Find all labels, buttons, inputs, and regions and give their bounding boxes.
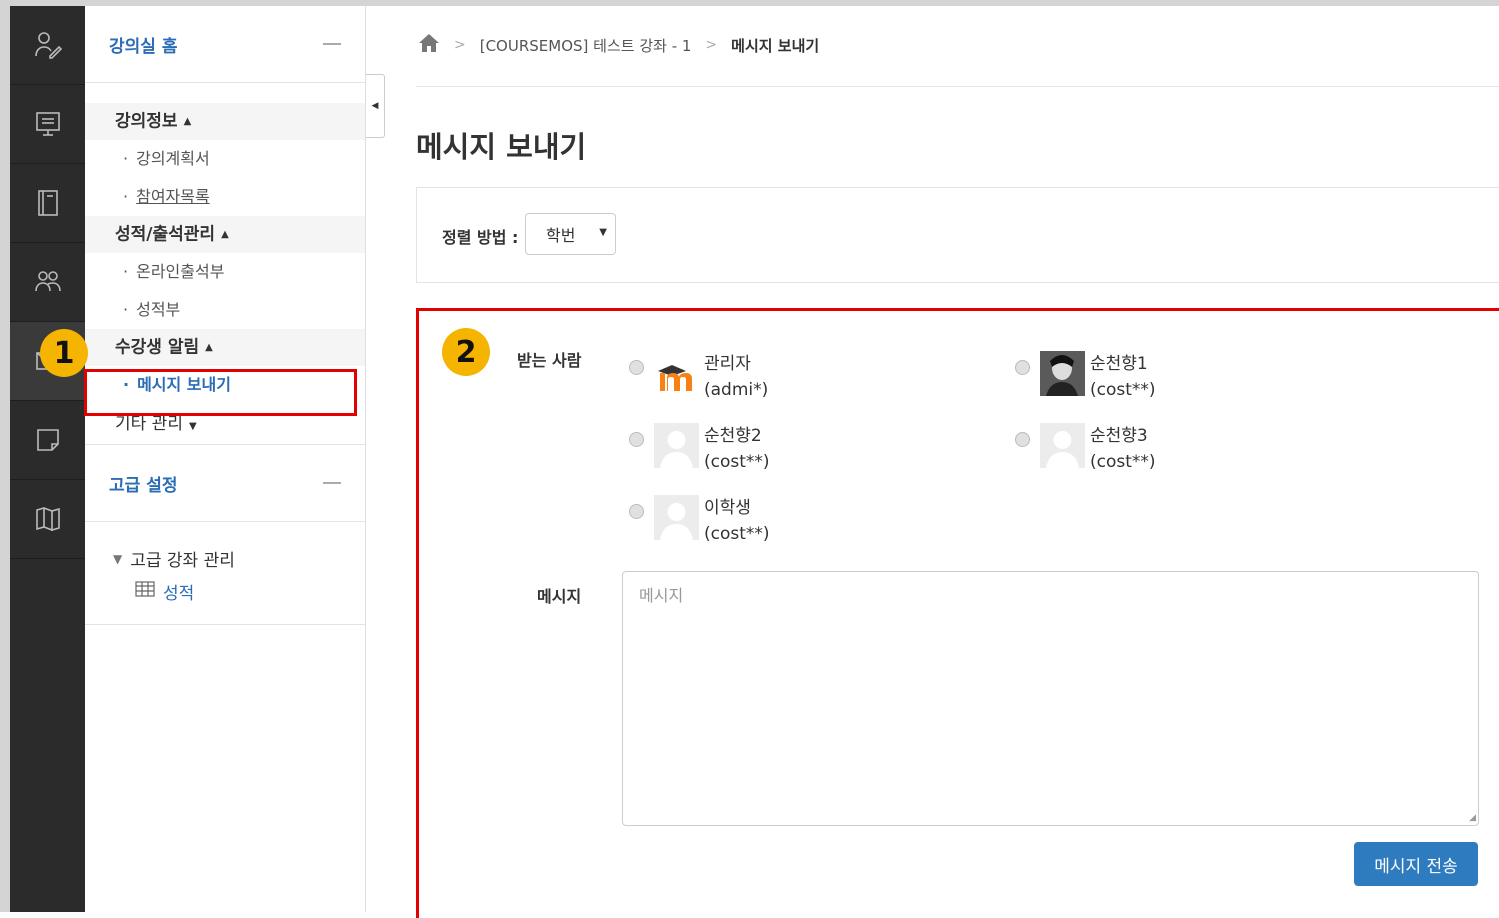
recipient-id: (cost**)	[704, 452, 770, 472]
sort-value: 학번	[546, 226, 576, 245]
caret-left-icon: ◀	[371, 101, 379, 111]
moodle-logo-icon	[654, 351, 699, 396]
caret-up-icon: ▲	[221, 229, 229, 240]
recipient-id: (cost**)	[1090, 380, 1156, 400]
divider	[416, 86, 1499, 87]
window-frame-left	[0, 0, 10, 912]
presentation-icon[interactable]	[10, 85, 85, 164]
recipient-name: 이학생	[704, 498, 751, 518]
recipient-name: 순천향1	[1090, 354, 1148, 374]
map-icon[interactable]	[10, 480, 85, 559]
recipient-soonchunhyang2[interactable]: 순천향2 (cost**)	[629, 423, 770, 475]
collapse-dash-icon[interactable]	[323, 482, 341, 484]
recipient-lee-student[interactable]: 이학생 (cost**)	[629, 495, 770, 547]
recipient-id: (admi*)	[704, 380, 769, 400]
page-title: 메시지 보내기	[416, 130, 587, 164]
sidebar-group-course-info[interactable]: 강의정보 ▲	[85, 103, 365, 140]
sidebar-item-participants[interactable]: · 참여자목록	[85, 178, 365, 216]
sidebar-collapse-toggle[interactable]: ◀	[366, 74, 385, 138]
breadcrumb: > [COURSEMOS] 테스트 강좌 - 1 > 메시지 보내기	[418, 34, 819, 56]
recipient-name: 관리자	[704, 354, 751, 374]
breadcrumb-separator: >	[454, 37, 466, 53]
recipients-label: 받는 사람	[517, 351, 582, 370]
message-placeholder: 메시지	[639, 586, 684, 605]
tree-label: 고급 강좌 관리	[130, 551, 235, 571]
breadcrumb-current: 메시지 보내기	[731, 36, 820, 55]
icon-bar	[10, 6, 85, 912]
highlight-box-1	[84, 369, 357, 416]
tree-label: 성적	[163, 584, 195, 604]
item-label: 기타 관리	[115, 414, 183, 434]
main-content: > [COURSEMOS] 테스트 강좌 - 1 > 메시지 보내기 메시지 보…	[416, 6, 1499, 918]
recipient-radio[interactable]	[629, 360, 644, 375]
table-icon	[135, 581, 155, 602]
sidebar-home-title[interactable]: 강의실 홈	[109, 32, 177, 57]
breadcrumb-course[interactable]: [COURSEMOS] 테스트 강좌 - 1	[480, 35, 692, 56]
triangle-down-icon: ▼	[113, 551, 123, 566]
group-label: 강의정보	[115, 111, 178, 132]
people-icon[interactable]	[10, 243, 85, 322]
advanced-tree: ▼ 고급 강좌 관리 성적	[85, 522, 365, 625]
caret-up-icon: ▲	[183, 116, 192, 127]
sidebar-item-gradebook[interactable]: · 성적부	[85, 291, 365, 329]
recipient-name: 순천향2	[704, 426, 762, 446]
advanced-header[interactable]: 고급 설정	[85, 445, 365, 522]
sort-label: 정렬 방법 :	[442, 228, 519, 247]
sidebar-group-student-notify[interactable]: 수강생 알림 ▲	[85, 329, 365, 366]
advanced-title[interactable]: 고급 설정	[109, 471, 177, 496]
default-avatar-icon	[654, 495, 699, 540]
item-label: 강의계획서	[136, 149, 210, 168]
default-avatar-icon	[654, 423, 699, 468]
default-avatar-icon	[1040, 423, 1085, 468]
book-icon[interactable]	[10, 164, 85, 243]
recipient-soonchunhyang3[interactable]: 순천향3 (cost**)	[1015, 423, 1156, 475]
send-message-button[interactable]: 메시지 전송	[1354, 842, 1478, 886]
recipient-radio[interactable]	[1015, 360, 1030, 375]
recipient-radio[interactable]	[629, 504, 644, 519]
recipient-admin[interactable]: 관리자 (admi*)	[629, 351, 768, 403]
photo-avatar	[1040, 351, 1085, 396]
caret-up-icon: ▲	[205, 342, 213, 353]
sidebar-group-grades[interactable]: 성적/출석관리 ▲	[85, 216, 365, 253]
recipient-soonchunhyang1[interactable]: 순천향1 (cost**)	[1015, 351, 1156, 403]
message-label: 메시지	[537, 587, 582, 606]
resize-grip-icon[interactable]: ◢	[1469, 813, 1476, 823]
tree-item-grades[interactable]: 성적	[135, 579, 365, 604]
message-textarea[interactable]: 메시지 ◢	[622, 571, 1479, 826]
recipient-radio[interactable]	[629, 432, 644, 447]
tree-item-advanced-course[interactable]: ▼ 고급 강좌 관리	[113, 546, 365, 571]
sidebar-item-online-attendance[interactable]: · 온라인출석부	[85, 253, 365, 291]
advanced-section: 고급 설정 ▼ 고급 강좌 관리 성적	[85, 444, 365, 625]
collapse-dash-icon[interactable]	[323, 43, 341, 45]
item-label: 온라인출석부	[136, 262, 225, 281]
recipient-radio[interactable]	[1015, 432, 1030, 447]
group-label: 수강생 알림	[115, 337, 200, 358]
course-sidebar: 강의실 홈 강의정보 ▲ · 강의계획서 · 참여자목록 성적/출석관리 ▲ · 온라인출…	[85, 6, 366, 912]
item-label: 성적부	[136, 300, 181, 319]
user-icon[interactable]	[10, 6, 85, 85]
sidebar-home-header[interactable]: 강의실 홈	[85, 6, 365, 83]
recipient-id: (cost**)	[704, 524, 770, 544]
recipient-id: (cost**)	[1090, 452, 1156, 472]
sort-select[interactable]: 학번 ▼	[525, 213, 616, 255]
breadcrumb-separator: >	[705, 37, 718, 53]
caret-down-icon: ▼	[188, 421, 197, 432]
sidebar-item-syllabus[interactable]: · 강의계획서	[85, 140, 365, 178]
step-badge-2: 2	[442, 328, 490, 376]
recipient-name: 순천향3	[1090, 426, 1148, 446]
message-form: 2 받는 사람 관리자 (admi*) 순천향1 (cost**) 순천향2 (cos…	[416, 308, 1499, 918]
note-icon[interactable]	[10, 401, 85, 480]
home-icon[interactable]	[418, 33, 440, 57]
chevron-down-icon: ▼	[599, 227, 607, 238]
item-label: 참여자목록	[136, 187, 210, 206]
group-label: 성적/출석관리	[115, 224, 216, 245]
sort-panel: 정렬 방법 : 학번 ▼	[416, 187, 1499, 283]
step-badge-1: 1	[40, 329, 88, 377]
